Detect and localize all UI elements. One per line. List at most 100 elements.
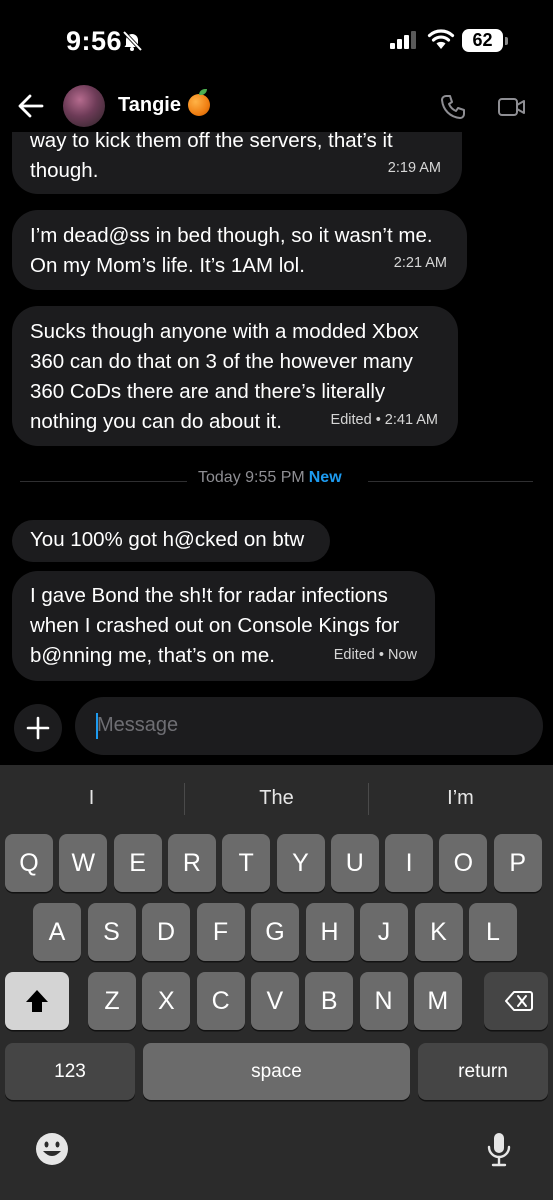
key-d[interactable]: D <box>142 903 190 961</box>
key-z[interactable]: Z <box>88 972 136 1030</box>
avatar[interactable] <box>63 85 105 127</box>
message-input[interactable]: Message <box>75 697 543 755</box>
return-key[interactable]: return <box>418 1043 548 1100</box>
suggestion-2[interactable]: The <box>185 779 368 817</box>
bell-off-icon <box>121 30 143 57</box>
key-label: F <box>212 918 229 946</box>
key-q[interactable]: Q <box>5 834 53 892</box>
numbers-key[interactable]: 123 <box>5 1043 135 1100</box>
divider-time: Today 9:55 PM <box>198 469 305 486</box>
message-text: Sucks though anyone with a modded Xbox <box>30 320 419 343</box>
space-key[interactable]: space <box>143 1043 410 1100</box>
new-messages-divider: Today 9:55 PM New <box>20 469 533 493</box>
return-key-label: return <box>458 1061 508 1082</box>
keyboard: I The I’m Q W E R T Y U I O P A S D F G H J K L Z X C V B N M 1… <box>0 765 553 1200</box>
divider-label: Today 9:55 PM New <box>198 469 342 487</box>
shift-arrow-icon <box>26 990 48 1012</box>
key-l[interactable]: L <box>469 903 517 961</box>
key-label: J <box>377 918 391 946</box>
key-label: H <box>320 918 339 946</box>
key-h[interactable]: H <box>305 903 354 961</box>
message-bubble[interactable]: Sucks though anyone with a modded Xbox 3… <box>12 306 458 446</box>
key-label: B <box>320 987 338 1015</box>
message-timestamp: 2:19 AM <box>387 160 441 176</box>
add-attachment-button[interactable] <box>14 704 62 752</box>
message-timestamp: 2:21 AM <box>393 255 447 271</box>
battery-level: 62 <box>462 29 503 52</box>
emoji-icon[interactable] <box>34 1131 70 1172</box>
key-label: W <box>71 849 96 877</box>
shift-key[interactable] <box>5 972 69 1030</box>
key-y[interactable]: Y <box>276 834 325 892</box>
suggestion-3[interactable]: I’m <box>369 779 552 817</box>
key-label: N <box>374 987 393 1015</box>
key-v[interactable]: V <box>250 972 299 1030</box>
key-g[interactable]: G <box>251 903 299 961</box>
message-text: when I crashed out on Console Kings for <box>30 614 400 637</box>
key-x[interactable]: X <box>142 972 191 1030</box>
key-b[interactable]: B <box>305 972 354 1030</box>
key-j[interactable]: J <box>360 903 408 961</box>
message-text: You 100% got h@cked on btw <box>30 528 305 551</box>
key-r[interactable]: R <box>167 834 216 892</box>
cellular-signal-icon <box>390 31 418 54</box>
key-label: C <box>211 987 230 1015</box>
key-label: Y <box>292 849 309 877</box>
key-k[interactable]: K <box>414 903 463 961</box>
key-o[interactable]: O <box>439 834 488 892</box>
new-badge: New <box>308 469 342 486</box>
suggestion-1[interactable]: I <box>0 779 183 817</box>
back-arrow-icon[interactable] <box>16 92 46 120</box>
key-f[interactable]: F <box>196 903 245 961</box>
key-label: Q <box>19 849 39 877</box>
contact-name[interactable]: Tangie <box>118 94 181 117</box>
key-s[interactable]: S <box>87 903 136 961</box>
message-bubble[interactable]: I’m dead@ss in bed though, so it wasn’t … <box>12 210 467 290</box>
key-label: K <box>430 918 447 946</box>
message-text: I gave Bond the sh!t for radar infection… <box>30 584 388 607</box>
key-label: D <box>156 918 176 946</box>
key-e[interactable]: E <box>113 834 162 892</box>
key-w[interactable]: W <box>59 834 108 892</box>
key-a[interactable]: A <box>33 903 81 961</box>
key-p[interactable]: P <box>493 834 542 892</box>
message-timestamp: Edited • Now <box>333 647 417 663</box>
key-label: E <box>129 849 146 877</box>
key-label: M <box>427 987 449 1015</box>
key-c[interactable]: C <box>196 972 245 1030</box>
key-label: P <box>509 849 527 877</box>
backspace-icon <box>505 991 533 1011</box>
status-time: 9:56 <box>66 26 123 56</box>
key-label: G <box>265 918 285 946</box>
key-u[interactable]: U <box>330 834 379 892</box>
message-text: 360 can do that on 3 of the however many <box>30 350 413 373</box>
numbers-key-label: 123 <box>54 1061 86 1082</box>
key-label: I <box>405 849 413 877</box>
key-m[interactable]: M <box>413 972 462 1030</box>
delete-key[interactable] <box>484 972 548 1030</box>
key-label: R <box>182 849 201 877</box>
wifi-icon <box>427 28 455 55</box>
message-text: 360 CoDs there are and there’s literally <box>30 380 386 403</box>
peach-emoji-icon <box>188 89 210 116</box>
key-i[interactable]: I <box>385 834 434 892</box>
text-cursor <box>96 713 98 739</box>
microphone-icon[interactable] <box>484 1131 514 1174</box>
key-label: A <box>48 918 66 946</box>
key-label: S <box>103 918 120 946</box>
message-bubble[interactable]: I gave Bond the sh!t for radar infection… <box>12 571 435 681</box>
video-call-icon[interactable] <box>497 95 527 124</box>
message-bubble[interactable]: You 100% got h@cked on btw <box>12 520 330 562</box>
battery-icon: 62 <box>462 29 508 53</box>
message-timestamp: Edited • 2:41 AM <box>330 412 438 428</box>
key-label: U <box>345 849 364 877</box>
key-n[interactable]: N <box>359 972 408 1030</box>
message-text: I’m dead@ss in bed though, so it wasn’t … <box>30 224 433 247</box>
message-placeholder: Message <box>97 714 179 736</box>
plus-icon <box>26 716 50 740</box>
key-t[interactable]: T <box>222 834 271 892</box>
space-key-label: space <box>251 1061 302 1082</box>
status-bar: 9:56 62 <box>0 0 553 80</box>
key-label: Z <box>104 987 120 1015</box>
phone-call-icon[interactable] <box>440 94 466 125</box>
